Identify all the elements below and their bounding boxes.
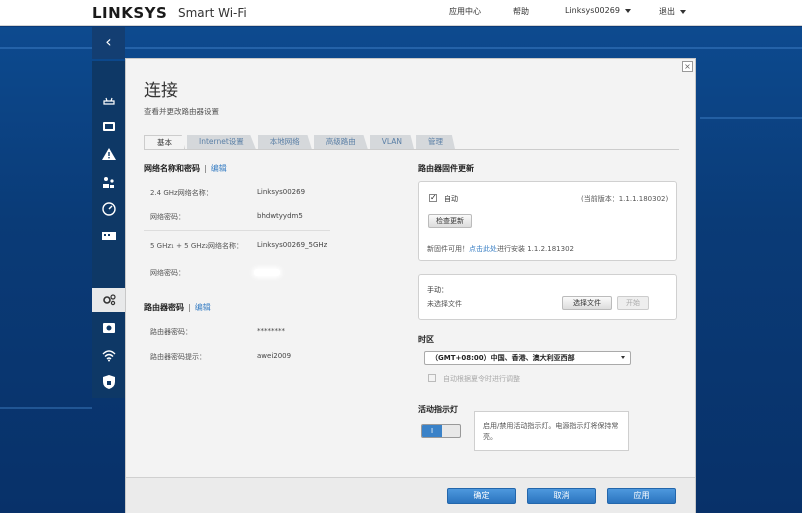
wifi-section-title: 网络名称和密码 | 编辑 xyxy=(144,164,227,173)
router-password-value: ******** xyxy=(257,327,285,335)
dialog-footer: 确定 取消 应用 xyxy=(126,477,695,513)
help-link[interactable]: 帮助 xyxy=(513,6,529,17)
band24-label: 2.4 GHz网络名称： xyxy=(150,189,213,197)
chevron-down-icon xyxy=(624,8,631,13)
divider xyxy=(144,230,330,231)
hidden-password xyxy=(254,269,280,276)
apply-button[interactable]: 应用 xyxy=(607,488,676,504)
nav-connectivity-icon[interactable] xyxy=(92,288,130,312)
start-button[interactable]: 开始 xyxy=(617,296,649,310)
tab-vlan[interactable]: VLAN xyxy=(369,135,415,149)
nav-parental-icon[interactable] xyxy=(92,170,125,194)
brand-logo[interactable]: LINKSYS xyxy=(92,4,167,22)
manual-label: 手动： xyxy=(427,286,448,294)
page-title: 连接 xyxy=(144,81,178,101)
toggle-on-label: I xyxy=(422,425,442,437)
ok-button[interactable]: 确定 xyxy=(447,488,516,504)
side-nav xyxy=(92,61,130,398)
dst-checkbox[interactable] xyxy=(428,374,436,382)
router-password-section-label: 路由器密码 xyxy=(144,303,184,312)
account-menu[interactable]: Linksys00269 xyxy=(565,6,631,15)
tab-divider xyxy=(144,149,679,150)
router-password-section-title: 路由器密码 | 编辑 xyxy=(144,303,211,312)
firmware-manual-box: 手动： 未选择文件 选择文件 开始 xyxy=(418,274,677,320)
close-icon[interactable]: × xyxy=(682,61,693,72)
band5-label: 5 GHz₁ + 5 GHz₂网络名称： xyxy=(150,242,244,250)
page-subtitle: 查看并更改路由器设置 xyxy=(144,107,219,116)
band5-value: Linksys00269_5GHz xyxy=(257,241,328,249)
tab-administration[interactable]: 管理 xyxy=(416,135,456,149)
new-firmware-text: 新固件可用！ xyxy=(427,245,469,253)
nav-media-icon[interactable] xyxy=(92,224,125,248)
nav-security-icon[interactable] xyxy=(92,370,125,394)
firmware-section-title: 路由器固件更新 xyxy=(418,164,474,173)
password-hint-label: 路由器密码提示： xyxy=(150,353,206,361)
nav-speed-icon[interactable] xyxy=(92,197,125,221)
chevron-down-icon xyxy=(680,9,686,14)
tab-basic[interactable]: 基本 xyxy=(144,135,185,149)
app-center-link[interactable]: 应用中心 xyxy=(449,6,481,17)
install-text: 进行安装 1.1.2.181302 xyxy=(497,245,574,253)
account-name: Linksys00269 xyxy=(565,6,620,15)
firmware-notice: 新固件可用！点击此处进行安装 1.1.2.181302 xyxy=(427,244,574,254)
logout-label: 退出 xyxy=(659,7,675,16)
top-bar: LINKSYS Smart Wi-Fi 应用中心 帮助 Linksys00269… xyxy=(0,0,802,26)
wifi5-password-label: 网络密码： xyxy=(150,269,185,277)
tab-advanced-routing[interactable]: 高级路由 xyxy=(313,135,368,149)
dst-label: 自动根据夏令时进行调整 xyxy=(443,375,520,383)
nav-alert-icon[interactable] xyxy=(92,142,125,166)
activity-light-description: 启用/禁用活动指示灯。电源指示灯将保持常亮。 xyxy=(474,411,629,451)
wifi-password-value: bhdwtyydm5 xyxy=(257,212,303,220)
chevron-down-icon xyxy=(621,356,625,359)
wifi-password-label: 网络密码： xyxy=(150,213,185,221)
choose-file-button[interactable]: 选择文件 xyxy=(562,296,612,310)
nav-wireless-icon[interactable] xyxy=(92,343,125,367)
check-update-button[interactable]: 检查更新 xyxy=(428,214,472,228)
auto-update-checkbox[interactable]: ✓ xyxy=(429,194,437,202)
timezone-section-title: 时区 xyxy=(418,335,434,344)
back-button[interactable]: ‹ xyxy=(92,27,125,59)
logout-menu[interactable]: 退出 xyxy=(659,6,686,17)
wifi-section-label: 网络名称和密码 xyxy=(144,164,200,173)
tab-internet-settings[interactable]: Internet设置 xyxy=(187,135,256,149)
auto-label: 自动 xyxy=(444,195,458,203)
product-name: Smart Wi-Fi xyxy=(178,6,247,20)
current-version: (当前版本：1.1.1.180302) xyxy=(581,195,669,203)
cancel-button[interactable]: 取消 xyxy=(527,488,596,504)
nav-router-icon[interactable] xyxy=(92,88,125,112)
wifi-edit-link[interactable]: 编辑 xyxy=(211,164,227,173)
activity-light-toggle[interactable]: I xyxy=(421,424,461,438)
firmware-auto-box: ✓ 自动 (当前版本：1.1.1.180302) 检查更新 新固件可用！点击此处… xyxy=(418,181,677,261)
activity-light-section-title: 活动指示灯 xyxy=(418,405,458,414)
router-password-edit-link[interactable]: 编辑 xyxy=(195,303,211,312)
timezone-select[interactable]: （GMT+08:00）中国、香港、澳大利亚西部 xyxy=(424,351,631,365)
password-hint-value: awei2009 xyxy=(257,352,292,360)
click-here-link[interactable]: 点击此处 xyxy=(469,245,497,253)
nav-devices-icon[interactable] xyxy=(92,115,125,139)
connectivity-dialog: × 连接 查看并更改路由器设置 基本 Internet设置 本地网络 高级路由 … xyxy=(125,58,696,513)
chevron-left-icon: ‹ xyxy=(105,32,112,51)
band24-value: Linksys00269 xyxy=(257,188,306,196)
no-file-label: 未选择文件 xyxy=(427,300,462,308)
router-password-label: 路由器密码： xyxy=(150,328,192,336)
tab-local-network[interactable]: 本地网络 xyxy=(257,135,312,149)
timezone-value: （GMT+08:00）中国、香港、澳大利亚西部 xyxy=(431,354,575,362)
nav-troubleshoot-icon[interactable] xyxy=(92,316,125,340)
tab-bar: 基本 Internet设置 本地网络 高级路由 VLAN 管理 xyxy=(144,135,457,149)
